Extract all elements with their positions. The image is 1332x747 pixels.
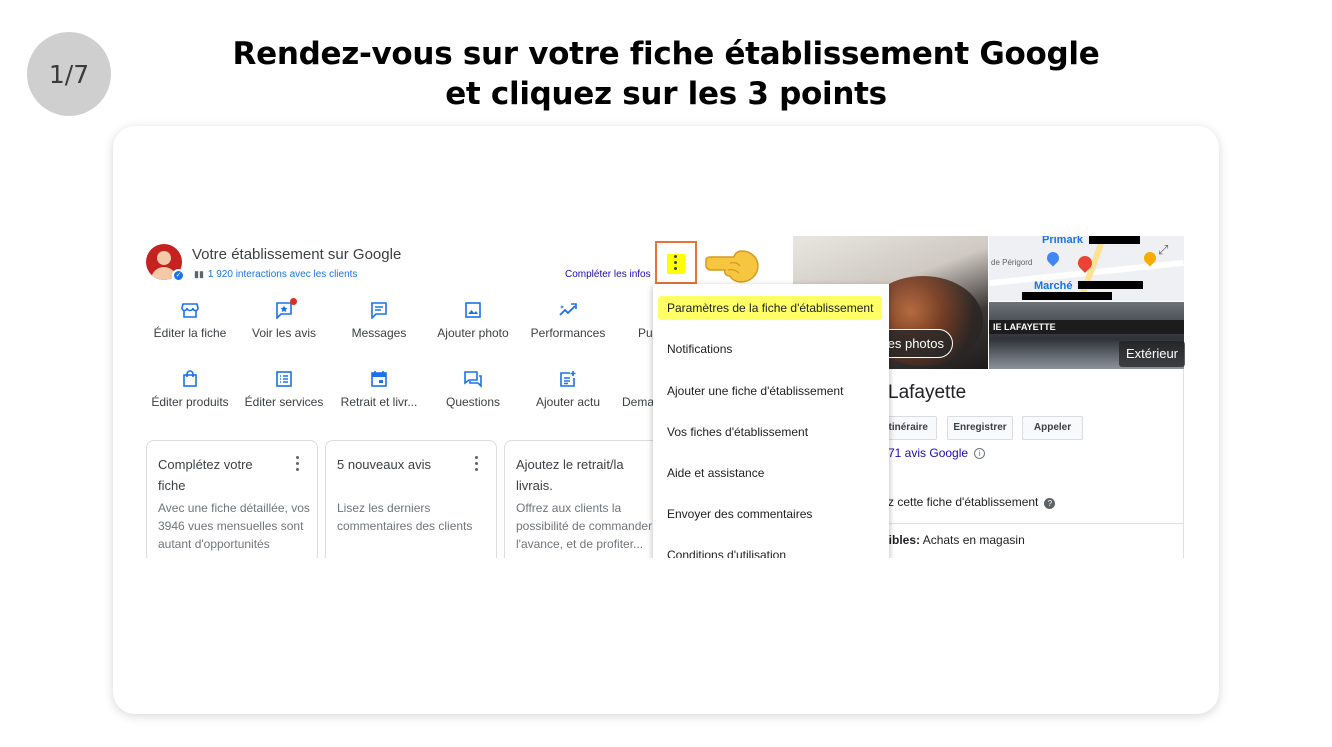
pointing-hand-icon [705,250,759,283]
menu-item-terms[interactable]: Conditions d'utilisation [667,548,786,558]
menu-item-notifications[interactable]: Notifications [667,342,732,356]
store-name: Lafayette [888,382,967,403]
list-icon [276,371,292,387]
card-menu-icon[interactable] [296,456,299,474]
reviews-link[interactable]: 71 avis Google i [888,446,986,460]
menu-item-your-profiles[interactable]: Vos fiches d'établissement [667,425,808,439]
action-label: Éditer services [244,395,324,409]
edit-profile-action[interactable]: Éditer la fiche [142,300,238,340]
calendar-icon [371,371,387,387]
menu-item-add-profile[interactable]: Ajouter une fiche d'établissement [667,384,843,398]
post-add-icon [560,371,576,387]
verified-icon: ✓ [172,269,185,282]
edit-products-action[interactable]: Éditer produits [142,369,238,409]
message-icon [371,302,387,319]
save-button[interactable]: Enregistrer [947,416,1013,440]
exterior-label[interactable]: Extérieur [1119,341,1185,367]
read-reviews-action[interactable]: Voir les avis [236,298,332,340]
info-icon[interactable]: i [974,448,986,459]
pickup-delivery-card[interactable]: Ajoutez le retrait/la livrais. Offrez au… [504,440,676,558]
action-label: Questions [445,395,501,409]
panel-border [1183,369,1184,558]
action-label: Dema [622,395,654,409]
action-label: Ajouter actu [535,395,601,409]
action-label: Éditer produits [151,395,229,409]
interactions-text: 1 920 interactions avec les clients [207,269,358,280]
action-label: Voir les avis [251,326,317,340]
shop-pin-icon [1044,249,1062,267]
action-label: Messages [351,326,407,340]
edit-services-action[interactable]: Éditer services [236,369,332,409]
trending-icon [559,303,577,316]
step-badge: 1/7 [27,32,111,116]
pickup-delivery-action[interactable]: Retrait et livr... [331,369,427,409]
add-photo-action[interactable]: Ajouter photo [425,300,521,340]
title-line-2: et cliquez sur les 3 points [445,76,887,112]
business-profile-screenshot: ✓ Votre établissement sur Google ▮▮ 1 920… [140,236,1186,558]
card-description: Offrez aux clients la possibilité de com… [516,501,663,551]
new-reviews-card[interactable]: 5 nouveaux avis Lisez les derniers comme… [325,440,497,558]
call-button[interactable]: Appeler [1022,416,1083,440]
manage-text: z cette fiche d'établissement [888,495,1039,509]
panel-divider [888,523,1184,524]
page-title: Rendez-vous sur votre fiche établissemen… [180,34,1152,114]
action-label: Retrait et livr... [340,395,418,409]
card-title: 5 nouveaux avis [337,457,431,472]
bar-chart-icon: ▮▮ [194,269,204,279]
three-dots-icon [674,255,678,273]
services-line: onibles: Achats en magasin [874,533,1025,547]
store-sign: IE LAFAYETTE [989,320,1184,334]
map-label-street: de Périgord [991,258,1033,267]
questions-action[interactable]: Questions [425,369,521,409]
messages-action[interactable]: Messages [331,300,427,340]
expand-icon[interactable]: ⤢ [1158,242,1168,258]
notification-dot [290,298,297,305]
options-dropdown-menu: Paramètres de la fiche d'établissement N… [653,284,889,558]
menu-item-help[interactable]: Aide et assistance [667,466,764,480]
redaction-bar [1022,292,1112,300]
store-icon [181,303,199,318]
complete-profile-card[interactable]: Complétez votre fiche Avec une fiche dét… [146,440,318,558]
forum-icon [464,371,482,388]
menu-item-profile-settings[interactable]: Paramètres de la fiche d'établissement [658,296,883,320]
performance-action[interactable]: Performances [520,300,616,340]
title-line-1: Rendez-vous sur votre fiche établissemen… [232,36,1100,72]
card-title: Complétez votre fiche [158,457,253,493]
requests-action[interactable]: Dema [614,369,654,409]
action-label: Performances [530,326,606,340]
card-description: Avec une fiche détaillée, vos 3946 vues … [158,501,310,551]
complete-info-link[interactable]: Compléter les infos [565,269,651,280]
redaction-bar [1089,236,1140,244]
photo-icon [465,302,481,318]
help-icon[interactable]: ? [1044,498,1056,509]
card-menu-icon[interactable] [475,456,478,474]
card-title: Ajoutez le retrait/la livrais. [516,457,624,493]
interactions-link[interactable]: ▮▮ 1 920 interactions avec les clients [194,269,357,280]
more-options-button[interactable] [655,241,697,284]
add-update-action[interactable]: Ajouter actu [520,369,616,409]
reviews-text: 71 avis Google [888,446,969,460]
manage-profile-line: z cette fiche d'établissement? [888,495,1056,509]
promote-action[interactable]: Pu [614,300,654,340]
map-label-primark: Primark [1042,236,1083,246]
menu-item-feedback[interactable]: Envoyer des commentaires [667,507,812,521]
action-label: Pu [638,326,653,340]
card-description: Lisez les derniers commentaires des clie… [337,501,473,533]
redaction-bar [1078,281,1143,289]
action-label: Ajouter photo [437,326,509,340]
services-value: Achats en magasin [922,533,1025,547]
map-label-marche: Marché [1034,280,1073,292]
action-label: Éditer la fiche [153,326,227,340]
shopping-bag-icon [183,370,197,387]
business-panel-title: Votre établissement sur Google [192,246,402,263]
